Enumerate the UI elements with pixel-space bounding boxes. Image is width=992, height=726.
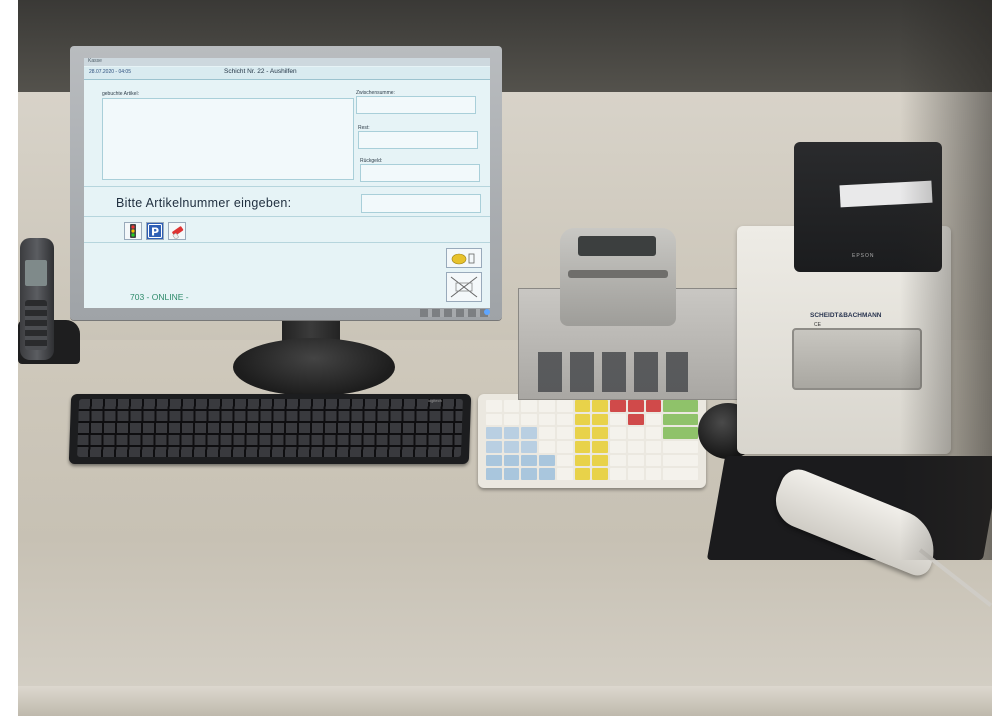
printer-brand: EPSON — [852, 253, 875, 259]
shift-title: Schicht Nr. 22 - Aushilfen — [224, 68, 297, 75]
keypad-column — [663, 400, 698, 481]
parking-button[interactable]: P — [146, 222, 164, 240]
keypad-column — [503, 400, 520, 481]
keypad-column — [556, 400, 573, 481]
monitor-buttons — [420, 309, 490, 317]
keypad-column — [539, 400, 555, 481]
remainder-field — [358, 131, 478, 149]
phone-screen — [25, 260, 47, 286]
reader-brand: SCHEIDT&BACHMANN — [810, 312, 882, 319]
traffic-light-icon — [130, 224, 136, 238]
cancel-icon — [450, 276, 478, 298]
phone-keys — [25, 300, 47, 350]
booked-items-list[interactable] — [102, 98, 354, 180]
desk-edge — [18, 686, 992, 716]
window-titlebar: Kasse — [84, 58, 490, 66]
keypad-column — [610, 400, 626, 481]
date-time: 28.07.2020 - 04:05 — [89, 69, 131, 75]
pos-keypad-keys[interactable] — [486, 400, 698, 481]
serial-ports — [538, 352, 688, 392]
article-number-prompt: Bitte Artikelnummer eingeben: — [116, 196, 292, 210]
monitor-stand — [233, 338, 395, 396]
cancel-button[interactable] — [446, 272, 482, 302]
divider — [84, 186, 490, 187]
validator-slot — [568, 270, 668, 278]
traffic-light-button[interactable] — [124, 222, 142, 240]
subtotal-field — [356, 96, 476, 114]
parking-icon: P — [148, 224, 162, 239]
keypad-column — [645, 400, 662, 481]
coin-icon — [451, 253, 475, 265]
divider — [84, 216, 490, 217]
eraser-button[interactable] — [168, 222, 186, 240]
pos-screen: Kasse 28.07.2020 - 04:05 Schicht Nr. 22 … — [84, 58, 490, 308]
booked-items-label: gebuchte Artikel: — [102, 91, 139, 97]
keypad-column — [486, 400, 502, 481]
keypad-column — [521, 400, 538, 481]
power-led-icon — [484, 309, 490, 315]
divider — [84, 242, 490, 243]
shadow — [900, 0, 992, 560]
keypad-column — [592, 400, 609, 481]
article-number-input[interactable] — [361, 194, 481, 213]
keyboard-keys[interactable] — [76, 399, 464, 457]
change-field — [360, 164, 480, 182]
eraser-icon — [172, 226, 184, 239]
keypad-column — [574, 400, 591, 481]
connection-status: 703 - ONLINE - — [130, 292, 189, 302]
window-title: Kasse — [88, 58, 102, 64]
svg-text:P: P — [151, 226, 159, 239]
coin-button[interactable] — [446, 248, 482, 268]
pos-workstation-photo: Kasse 28.07.2020 - 04:05 Schicht Nr. 22 … — [0, 0, 992, 726]
keypad-column — [627, 400, 644, 481]
validator-display — [578, 236, 656, 256]
keyboard-brand: logitech — [428, 398, 442, 403]
